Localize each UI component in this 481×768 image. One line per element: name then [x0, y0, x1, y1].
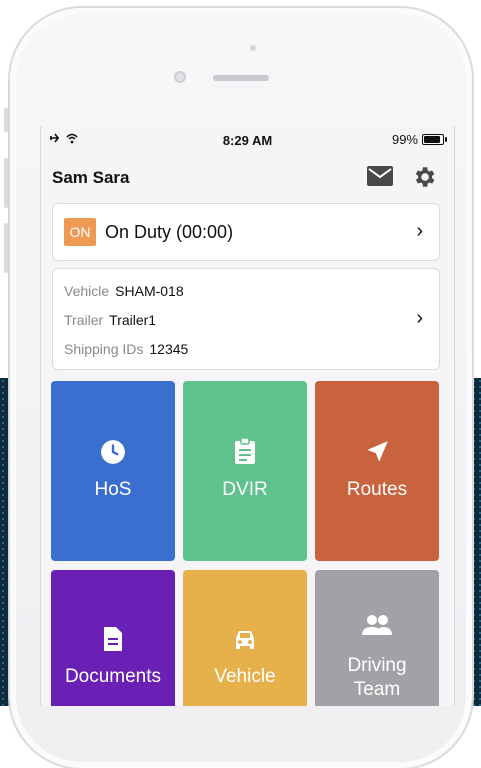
clock-icon [51, 439, 175, 470]
navigation-arrow-icon [315, 439, 439, 470]
shipping-row: Shipping IDs 12345 [64, 341, 188, 357]
sensor-dot [250, 45, 256, 51]
trailer-label: Trailer [64, 312, 104, 328]
tile-label-line1: Driving [347, 655, 407, 676]
duty-label: On Duty (00:00) [105, 222, 234, 242]
volume-up-button [4, 158, 8, 208]
chevron-right-icon: › [416, 220, 423, 242]
tile-label-line2: Team [353, 679, 401, 700]
tile-documents[interactable]: Documents [51, 570, 175, 706]
tile-label: HoS [94, 479, 132, 500]
status-bar: 8:29 AM 99% [41, 126, 454, 152]
mute-switch [4, 108, 8, 132]
duty-status-card[interactable]: ON On Duty (00:00) › [52, 203, 440, 261]
volume-down-button [4, 223, 8, 273]
shipping-value: 12345 [149, 341, 189, 357]
shipping-label: Shipping IDs [64, 341, 144, 357]
status-battery: 99% [391, 132, 447, 147]
chevron-right-icon: › [416, 307, 423, 329]
battery-percent: 99% [391, 132, 418, 147]
front-camera [174, 71, 186, 83]
tile-routes[interactable]: Routes [315, 381, 439, 561]
earpiece-speaker [213, 75, 269, 81]
app-screen: 8:29 AM 99% Sam Sara ON On Duty (00:00) … [40, 126, 455, 706]
tile-vehicle[interactable]: Vehicle [183, 570, 307, 706]
tile-label: Documents [64, 666, 162, 687]
tile-label: Vehicle [214, 666, 276, 687]
trailer-value: Trailer1 [109, 312, 157, 328]
tile-dvir[interactable]: DVIR [183, 381, 307, 561]
clipboard-icon [183, 437, 307, 470]
user-name: Sam Sara [52, 168, 130, 187]
vehicle-info-card[interactable]: Vehicle SHAM-018 Trailer Trailer1 Shipping… [52, 268, 440, 370]
tile-label: DVIR [222, 479, 268, 500]
app-header: Sam Sara [41, 156, 454, 196]
vehicle-label: Vehicle [64, 283, 110, 299]
tile-label: Routes [346, 479, 408, 500]
vehicle-value: SHAM-018 [115, 283, 184, 299]
battery-icon [422, 134, 447, 145]
gear-icon[interactable] [411, 164, 437, 190]
tile-hos[interactable]: HoS [51, 381, 175, 561]
mail-icon[interactable] [367, 166, 393, 186]
vehicle-row: Vehicle SHAM-018 [64, 283, 184, 299]
document-icon [51, 626, 175, 657]
tile-label: Driving Team [315, 654, 439, 702]
duty-badge: ON [64, 218, 96, 246]
people-icon [315, 614, 439, 641]
tile-driving-team[interactable]: Driving Team [315, 570, 439, 706]
car-icon [183, 628, 307, 657]
trailer-row: Trailer Trailer1 [64, 312, 156, 328]
